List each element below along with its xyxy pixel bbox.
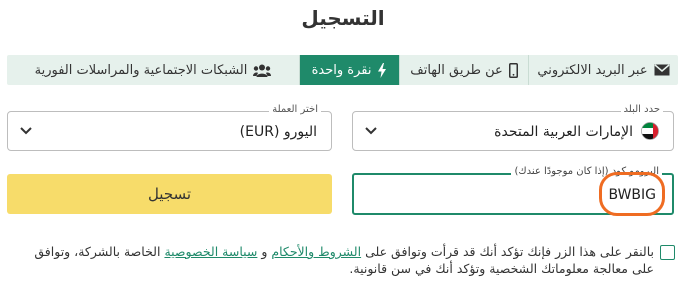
country-select[interactable]: حدد البلد الإمارات العربية المتحدة (352, 104, 674, 151)
users-icon (253, 64, 272, 77)
page-title: التسجيل (301, 6, 385, 30)
tab-label: نقرة واحدة (311, 62, 372, 78)
currency-value: اليورو (EUR) (239, 124, 317, 140)
register-button[interactable]: تسجيل (7, 174, 332, 214)
currency-label: اختر العملة (269, 104, 321, 115)
currency-select[interactable]: اختر العملة اليورو (EUR) (7, 104, 332, 151)
tab-one-click[interactable]: نقرة واحدة (299, 55, 399, 85)
tab-label: عبر البريد الالكتروني (537, 62, 648, 78)
terms-prefix: بالنقر على هذا الزر فإنك تؤكد أنك قد قرأ… (361, 244, 654, 259)
promo-code-highlight (599, 172, 665, 216)
chevron-down-icon (20, 127, 32, 135)
mobile-phone-icon (508, 62, 518, 78)
tab-email[interactable]: عبر البريد الالكتروني (528, 55, 678, 85)
registration-method-tabs: عبر البريد الالكتروني عن طريق الهاتف نقر… (7, 55, 678, 85)
tab-label: الشبكات الاجتماعية والمراسلات الفورية (34, 62, 248, 78)
privacy-link[interactable]: سياسة الخصوصية (164, 244, 257, 259)
uae-flag-icon (641, 122, 659, 140)
envelope-icon (654, 64, 670, 76)
chevron-down-icon (365, 127, 377, 135)
terms-and: و (257, 244, 272, 259)
country-label: حدد البلد (620, 104, 663, 115)
tab-label: عن طريق الهاتف (410, 62, 503, 78)
terms-link[interactable]: الشروط والأحكام (271, 244, 361, 259)
terms-text: بالنقر على هذا الزر فإنك تؤكد أنك قد قرأ… (14, 243, 654, 277)
lightning-icon (378, 62, 387, 78)
tab-social-networks[interactable]: الشبكات الاجتماعية والمراسلات الفورية (7, 55, 299, 85)
tab-phone[interactable]: عن طريق الهاتف (399, 55, 528, 85)
country-value: الإمارات العربية المتحدة (494, 124, 633, 140)
terms-checkbox[interactable] (660, 245, 675, 260)
